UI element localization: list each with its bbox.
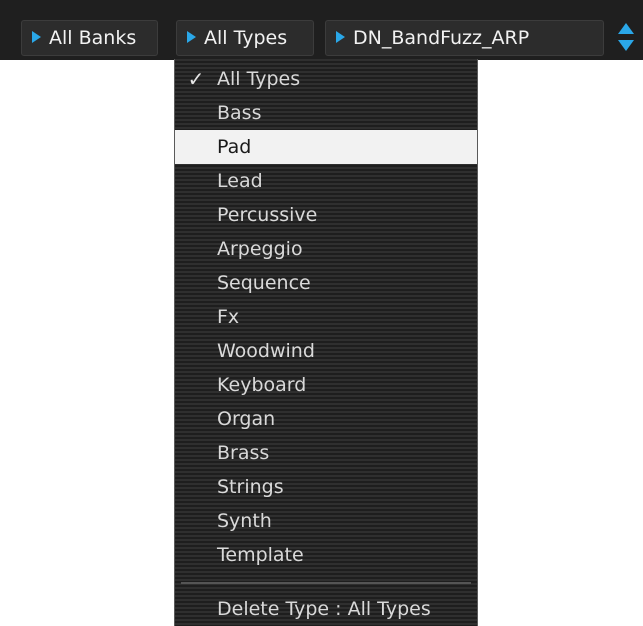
- type-dropdown-menu: ✓ All Types Bass Pad Lead Percussive Arpeggio S…: [174, 59, 478, 626]
- menu-item-label: Bass: [217, 102, 262, 124]
- menu-item-label: Synth: [217, 510, 272, 532]
- menu-item-all-types[interactable]: ✓ All Types: [175, 62, 477, 96]
- menu-item-fx[interactable]: Fx: [175, 300, 477, 334]
- play-triangle-icon: [336, 30, 345, 43]
- play-triangle-icon: [32, 30, 41, 43]
- menu-item-label: Pad: [217, 136, 252, 158]
- type-selector-button[interactable]: All Types: [176, 20, 314, 56]
- arrow-down-icon[interactable]: [618, 40, 634, 51]
- play-triangle-icon: [187, 30, 196, 43]
- preset-stepper[interactable]: [612, 20, 640, 56]
- menu-item-label: Brass: [217, 442, 270, 464]
- menu-item-label: Woodwind: [217, 340, 315, 362]
- app-window: All Banks All Types DN_BandFuzz_ARP ✓ All…: [0, 0, 643, 626]
- menu-item-strings[interactable]: Strings: [175, 470, 477, 504]
- preset-selector-label: DN_BandFuzz_ARP: [353, 27, 530, 49]
- menu-item-arpeggio[interactable]: Arpeggio: [175, 232, 477, 266]
- menu-item-brass[interactable]: Brass: [175, 436, 477, 470]
- menu-item-keyboard[interactable]: Keyboard: [175, 368, 477, 402]
- menu-item-organ[interactable]: Organ: [175, 402, 477, 436]
- menu-item-label: Sequence: [217, 272, 311, 294]
- type-selector-label: All Types: [204, 27, 288, 49]
- menu-item-woodwind[interactable]: Woodwind: [175, 334, 477, 368]
- menu-item-lead[interactable]: Lead: [175, 164, 477, 198]
- menu-item-label: Fx: [217, 306, 240, 328]
- menu-item-label: Strings: [217, 476, 284, 498]
- delete-type-label: Delete Type : All Types: [217, 598, 431, 620]
- menu-item-percussive[interactable]: Percussive: [175, 198, 477, 232]
- delete-type-menu-item[interactable]: Delete Type : All Types: [175, 592, 477, 626]
- menu-item-label: Arpeggio: [217, 238, 303, 260]
- toolbar: All Banks All Types DN_BandFuzz_ARP: [0, 0, 643, 60]
- menu-item-label: Lead: [217, 170, 263, 192]
- menu-item-pad[interactable]: Pad: [175, 130, 477, 164]
- preset-selector-button[interactable]: DN_BandFuzz_ARP: [325, 20, 604, 56]
- menu-item-label: Template: [217, 544, 304, 566]
- bank-selector-button[interactable]: All Banks: [21, 20, 158, 56]
- menu-item-bass[interactable]: Bass: [175, 96, 477, 130]
- menu-item-label: Percussive: [217, 204, 318, 226]
- menu-separator: [181, 582, 471, 584]
- menu-item-template[interactable]: Template: [175, 538, 477, 572]
- arrow-up-icon[interactable]: [618, 23, 634, 34]
- bank-selector-label: All Banks: [49, 27, 137, 49]
- checkmark-icon: ✓: [187, 67, 205, 91]
- menu-item-label: Organ: [217, 408, 276, 430]
- menu-item-label: All Types: [217, 68, 301, 90]
- menu-item-sequence[interactable]: Sequence: [175, 266, 477, 300]
- menu-item-synth[interactable]: Synth: [175, 504, 477, 538]
- menu-item-label: Keyboard: [217, 374, 307, 396]
